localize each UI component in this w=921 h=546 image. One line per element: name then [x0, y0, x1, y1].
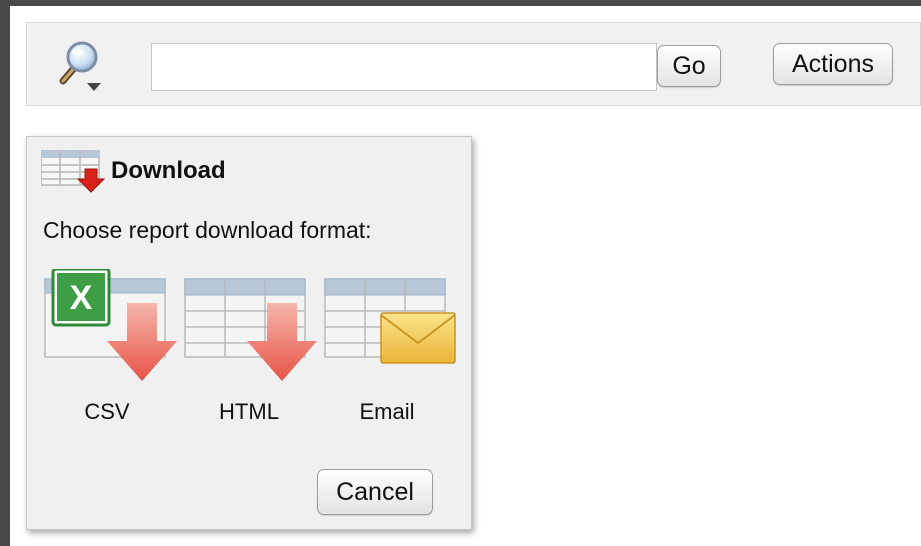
actions-button-label: Actions [792, 49, 874, 78]
svg-text:X: X [70, 279, 93, 317]
format-option-html[interactable]: HTML [183, 269, 319, 439]
table-download-icon [40, 149, 109, 193]
format-option-email[interactable]: Email [323, 269, 459, 439]
magnifier-icon [59, 41, 101, 91]
format-label-csv: CSV [84, 399, 130, 424]
window-frame-left [0, 0, 10, 546]
go-button-label: Go [672, 51, 706, 80]
page-canvas: Go Actions Download Choose report downlo… [10, 6, 921, 546]
format-option-csv[interactable]: X CSV [43, 269, 179, 439]
actions-button[interactable]: Actions [773, 43, 893, 85]
chevron-down-icon [87, 83, 101, 91]
excel-table-download-icon: X [44, 269, 177, 381]
format-label-html: HTML [219, 399, 279, 424]
format-label-email: Email [359, 399, 415, 424]
search-column-toggle[interactable] [49, 37, 109, 95]
cancel-button[interactable]: Cancel [317, 469, 433, 515]
download-panel: Download Choose report download format: … [26, 136, 472, 530]
go-button[interactable]: Go [657, 45, 721, 87]
panel-description: Choose report download format: [43, 217, 372, 243]
report-toolbar: Go Actions [26, 22, 921, 106]
panel-title: Download [111, 157, 226, 184]
table-email-icon [324, 278, 456, 364]
search-input[interactable] [151, 43, 657, 91]
html-table-download-icon [184, 278, 317, 381]
cancel-button-label: Cancel [336, 477, 414, 506]
panel-header: Download [40, 149, 226, 193]
